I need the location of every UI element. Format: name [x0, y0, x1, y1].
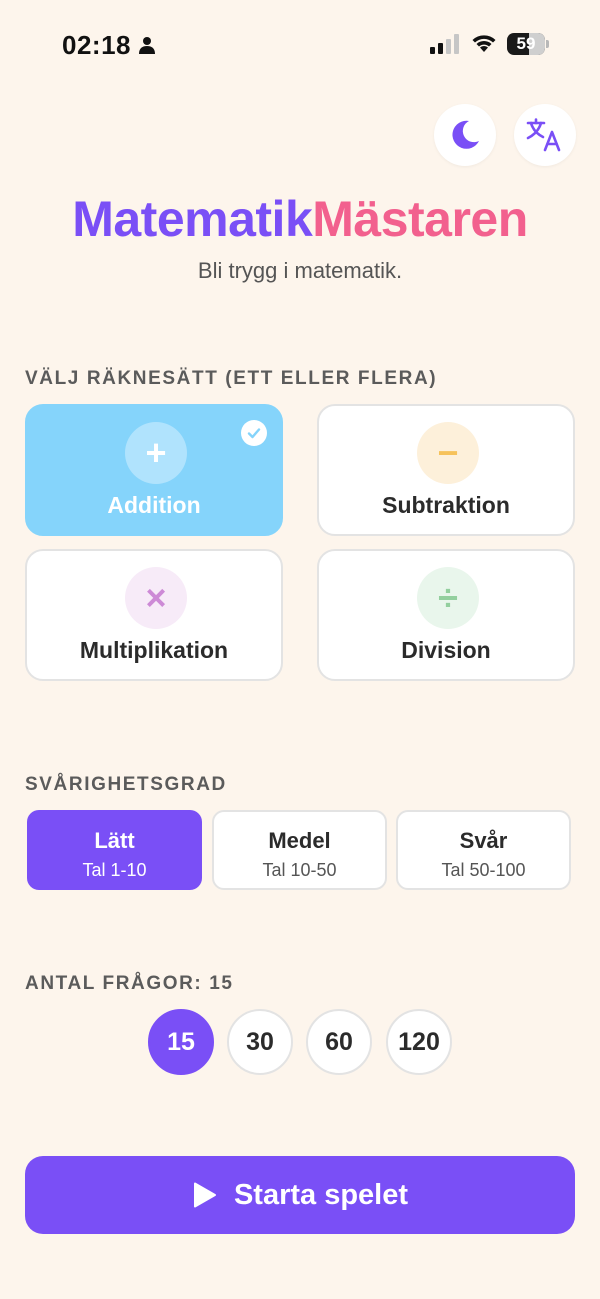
question-count-30-button[interactable]: 30	[227, 1009, 293, 1075]
app-subtitle: Bli trygg i matematik.	[197, 258, 403, 283]
divide-icon: ÷	[417, 567, 479, 629]
difficulty-range: Tal 10-50	[262, 860, 337, 880]
minus-icon: −	[417, 422, 479, 484]
battery-percent: 59	[516, 34, 536, 53]
operation-addition-card[interactable]: + Addition	[25, 404, 283, 536]
operation-label: Subtraktion	[382, 492, 510, 518]
operation-label: Division	[401, 637, 491, 663]
multiply-icon: ×	[125, 567, 187, 629]
difficulty-name: Svår	[459, 828, 508, 853]
operation-division-card[interactable]: ÷ Division	[317, 549, 575, 681]
app-title: MatematikMästaren	[0, 190, 600, 248]
difficulty-range: Tal 50-100	[441, 860, 526, 880]
plus-icon: +	[125, 422, 187, 484]
moon-icon	[452, 120, 479, 149]
question-count-15-button[interactable]: 15	[148, 1009, 214, 1075]
person-icon	[139, 37, 155, 54]
theme-toggle-button[interactable]	[434, 104, 496, 166]
question-count-120-button[interactable]: 120	[386, 1009, 452, 1075]
difficulty-range: Tal 1-10	[82, 860, 147, 880]
status-bar: 02:18 59	[0, 0, 600, 90]
status-time: 02:18	[62, 30, 131, 60]
operation-multiplication-card[interactable]: × Multiplikation	[25, 549, 283, 681]
app-title-part1: Matematik	[72, 191, 313, 247]
operation-label: Multiplikation	[79, 637, 229, 663]
operation-subtraction-card[interactable]: − Subtraktion	[317, 404, 575, 536]
play-icon	[193, 1182, 216, 1208]
battery-indicator: 59	[507, 33, 549, 55]
difficulty-label: SVÅRIGHETSGRAD	[25, 774, 227, 795]
start-game-button[interactable]: Starta spelet	[25, 1156, 575, 1234]
language-button[interactable]	[514, 104, 576, 166]
operations-label: VÄLJ RÄKNESÄTT (ETT ELLER FLERA)	[25, 368, 438, 389]
translate-icon	[526, 118, 561, 152]
app-title-part2: Mästaren	[312, 191, 528, 247]
difficulty-medium-button[interactable]: Medel Tal 10-50	[212, 810, 387, 890]
wifi-icon	[472, 35, 496, 52]
question-count-label: ANTAL FRÅGOR: 15	[25, 973, 234, 994]
difficulty-name: Medel	[268, 828, 331, 853]
start-game-label: Starta spelet	[233, 1178, 409, 1211]
difficulty-easy-button[interactable]: Lätt Tal 1-10	[27, 810, 202, 890]
difficulty-name: Lätt	[94, 828, 135, 853]
check-icon	[241, 420, 267, 446]
question-count-60-button[interactable]: 60	[306, 1009, 372, 1075]
operation-label: Addition	[107, 492, 201, 518]
cellular-signal-icon	[430, 34, 459, 54]
difficulty-hard-button[interactable]: Svår Tal 50-100	[396, 810, 571, 890]
